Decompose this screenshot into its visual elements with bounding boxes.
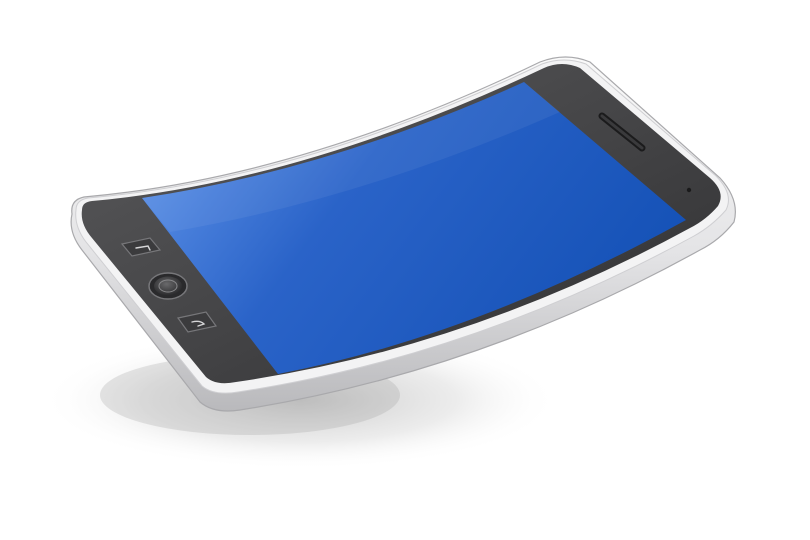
home-button-icon[interactable] bbox=[148, 272, 188, 300]
scene bbox=[0, 0, 810, 540]
curved-smartphone-illustration bbox=[40, 56, 736, 470]
front-camera-icon bbox=[686, 187, 692, 193]
